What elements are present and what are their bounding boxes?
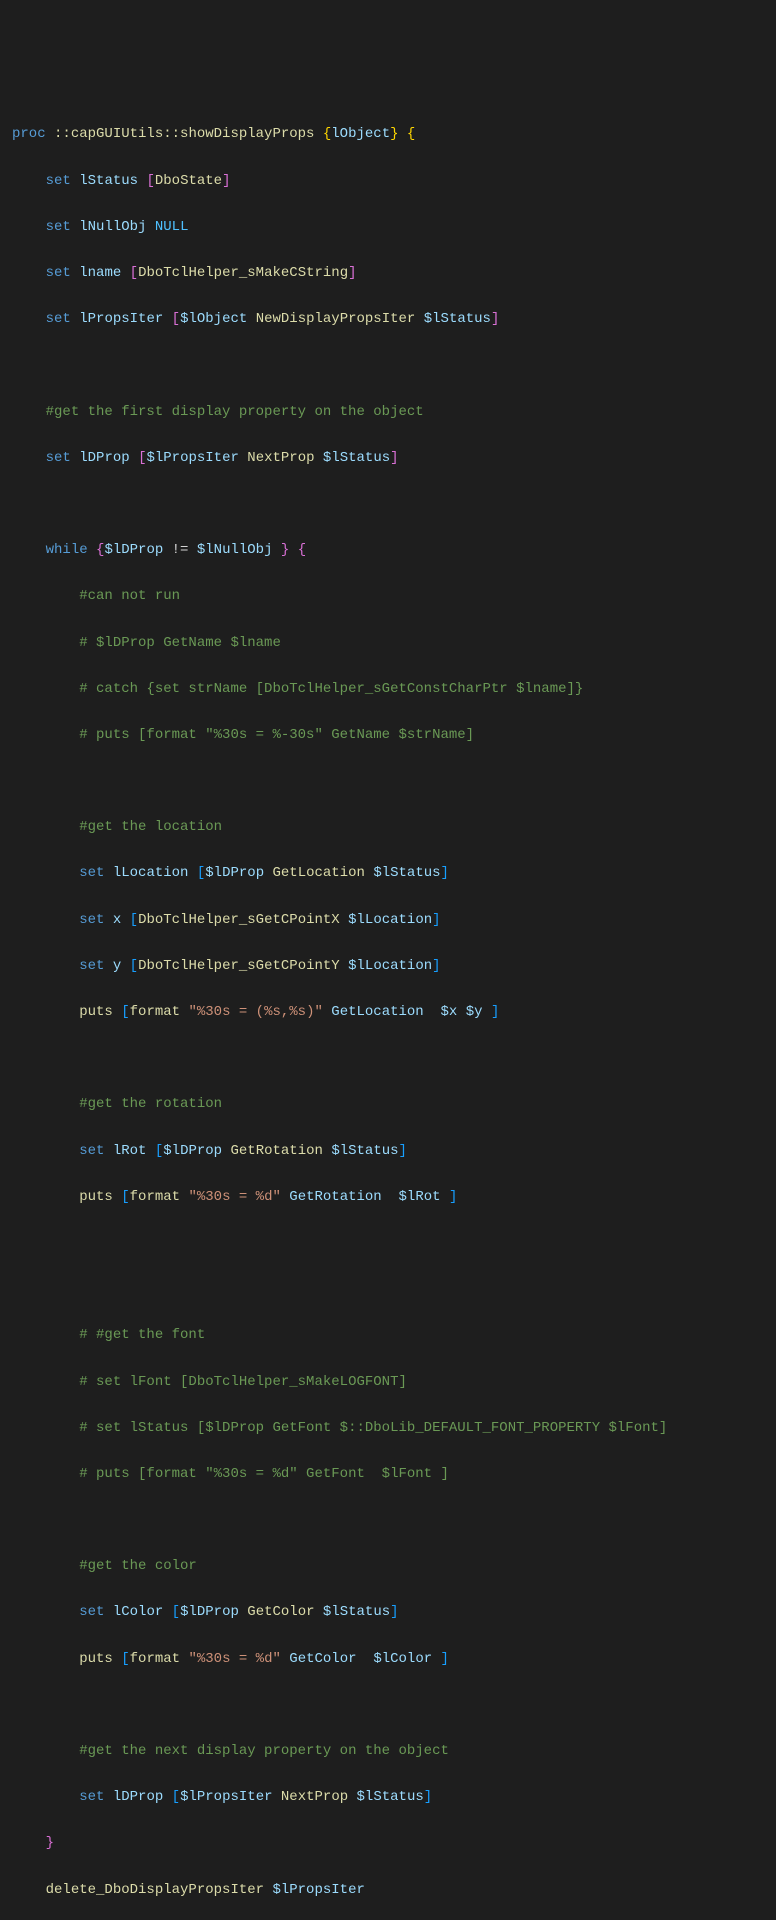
code-line: set lStatus [DboState]: [12, 170, 764, 193]
code-line: set lDProp [$lPropsIter NextProp $lStatu…: [12, 1786, 764, 1809]
code-line: # #get the font: [12, 1324, 764, 1347]
code-line: [12, 770, 764, 793]
code-line: [12, 1509, 764, 1532]
code-line: [12, 1047, 764, 1070]
code-line: set lname [DboTclHelper_sMakeCString]: [12, 262, 764, 285]
code-line: # set lStatus [$lDProp GetFont $::DboLib…: [12, 1417, 764, 1440]
code-line: #get the first display property on the o…: [12, 401, 764, 424]
code-line: [12, 1232, 764, 1255]
code-line: [12, 1694, 764, 1717]
code-line: set y [DboTclHelper_sGetCPointY $lLocati…: [12, 955, 764, 978]
code-line: # puts [format "%30s = %d" GetFont $lFon…: [12, 1463, 764, 1486]
code-line: proc ::capGUIUtils::showDisplayProps {lO…: [12, 123, 764, 146]
code-line: }: [12, 1832, 764, 1855]
code-line: # set lFont [DboTclHelper_sMakeLOGFONT]: [12, 1371, 764, 1394]
code-line: puts [format "%30s = (%s,%s)" GetLocatio…: [12, 1001, 764, 1024]
code-line: # $lDProp GetName $lname: [12, 632, 764, 655]
code-line: set lDProp [$lPropsIter NextProp $lStatu…: [12, 447, 764, 470]
code-line: set lPropsIter [$lObject NewDisplayProps…: [12, 308, 764, 331]
code-line: puts [format "%30s = %d" GetColor $lColo…: [12, 1648, 764, 1671]
code-line: [12, 354, 764, 377]
code-line: set lColor [$lDProp GetColor $lStatus]: [12, 1601, 764, 1624]
code-line: [12, 1278, 764, 1301]
code-line: while {$lDProp != $lNullObj } {: [12, 539, 764, 562]
code-line: delete_DboDisplayPropsIter $lPropsIter: [12, 1879, 764, 1902]
code-line: set x [DboTclHelper_sGetCPointX $lLocati…: [12, 909, 764, 932]
code-line: set lLocation [$lDProp GetLocation $lSta…: [12, 862, 764, 885]
code-line: #can not run: [12, 585, 764, 608]
code-editor[interactable]: proc ::capGUIUtils::showDisplayProps {lO…: [12, 100, 764, 1920]
code-line: set lNullObj NULL: [12, 216, 764, 239]
code-line: # catch {set strName [DboTclHelper_sGetC…: [12, 678, 764, 701]
code-line: #get the rotation: [12, 1093, 764, 1116]
code-line: set lRot [$lDProp GetRotation $lStatus]: [12, 1140, 764, 1163]
code-line: #get the color: [12, 1555, 764, 1578]
code-line: #get the next display property on the ob…: [12, 1740, 764, 1763]
code-line: #get the location: [12, 816, 764, 839]
code-line: # puts [format "%30s = %-30s" GetName $s…: [12, 724, 764, 747]
code-line: [12, 493, 764, 516]
code-line: puts [format "%30s = %d" GetRotation $lR…: [12, 1186, 764, 1209]
